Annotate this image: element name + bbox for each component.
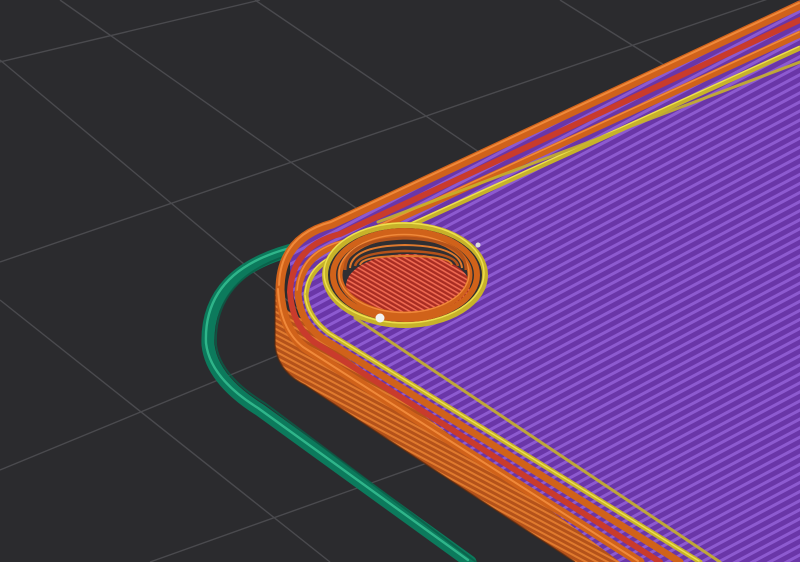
3d-preview-viewport[interactable] (0, 0, 800, 562)
gcode-preview-canvas[interactable] (0, 0, 800, 562)
corner-hole (322, 222, 488, 328)
